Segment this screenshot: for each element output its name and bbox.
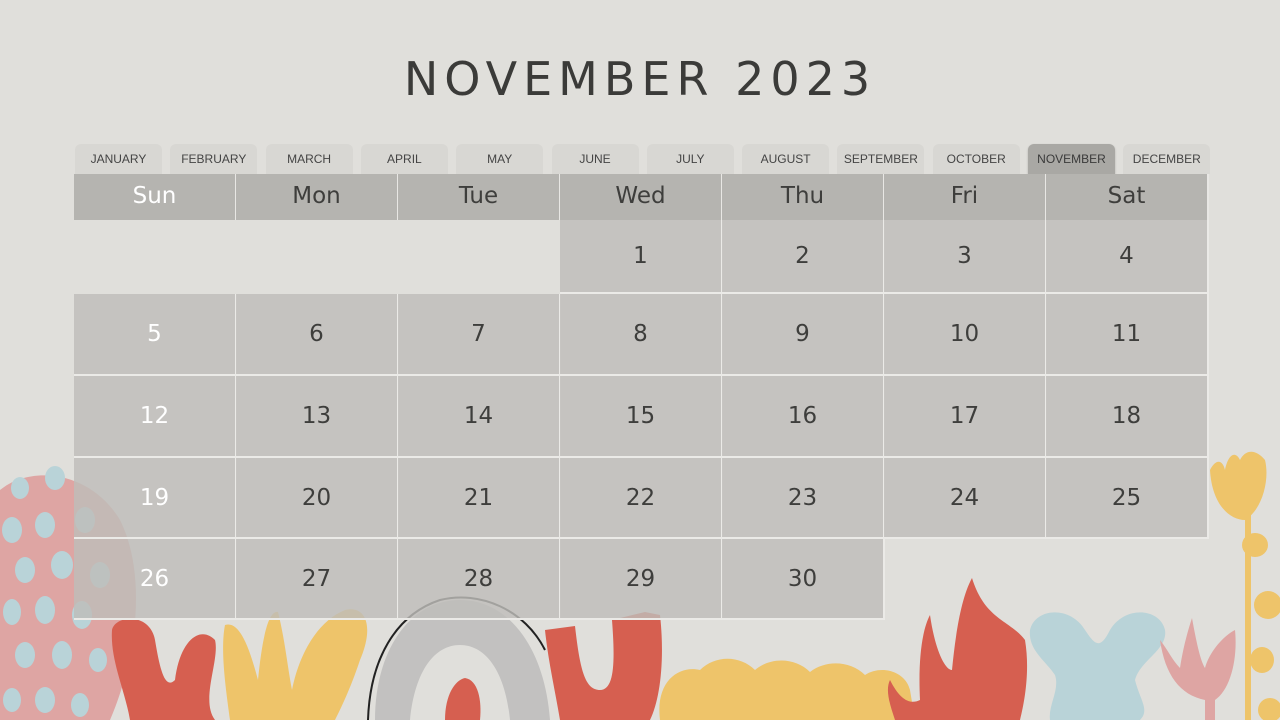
day-cell[interactable]: 15 (560, 376, 723, 458)
tab-july[interactable]: JULY (646, 144, 734, 174)
tab-may[interactable]: MAY (456, 144, 544, 174)
day-number: 11 (1111, 321, 1142, 347)
day-number: 20 (301, 484, 332, 511)
day-number: 15 (625, 403, 656, 429)
page-title: NOVEMBER 2023 (403, 52, 877, 106)
day-cell[interactable]: 13 (236, 376, 399, 458)
day-cell[interactable]: 12 (74, 376, 237, 458)
weekday-header-wed: Wed (560, 174, 723, 220)
day-cell[interactable]: 20 (236, 458, 399, 539)
day-cell[interactable]: 17 (884, 376, 1047, 458)
tab-march[interactable]: MARCH (265, 144, 353, 174)
day-cell[interactable]: 8 (560, 294, 723, 376)
day-cell[interactable]: 5 (74, 294, 237, 376)
weekday-header-sun: Sun (74, 174, 237, 220)
day-number: 9 (795, 321, 810, 347)
tab-june[interactable]: JUNE (551, 144, 639, 174)
day-cell[interactable]: 29 (560, 539, 723, 620)
day-cell[interactable]: 6 (236, 294, 399, 376)
day-cell[interactable]: 18 (1046, 376, 1209, 458)
day-cell[interactable]: 3 (884, 220, 1047, 294)
tab-february[interactable]: FEBRUARY (170, 144, 258, 174)
blue-blob-decoration (1029, 612, 1166, 720)
day-cell[interactable]: 28 (398, 539, 561, 620)
tab-august[interactable]: AUGUST (742, 144, 830, 174)
day-cell[interactable]: 26 (74, 539, 237, 620)
day-number: 4 (1119, 243, 1134, 269)
day-cell[interactable]: 19 (74, 458, 237, 539)
tab-september[interactable]: SEPTEMBER (837, 144, 925, 174)
day-number: 6 (309, 321, 324, 347)
day-number: 7 (471, 321, 486, 347)
day-number: 1 (633, 243, 648, 269)
tab-november[interactable]: NOVEMBER (1028, 144, 1115, 174)
day-number: 19 (139, 484, 170, 511)
tab-december[interactable]: DECEMBER (1123, 144, 1211, 174)
day-number: 22 (625, 484, 656, 511)
day-number: 16 (787, 403, 818, 429)
day-number: 2 (795, 243, 810, 269)
day-cell[interactable]: 22 (560, 458, 723, 539)
day-number: 30 (787, 565, 818, 592)
day-cell[interactable]: 10 (884, 294, 1047, 376)
day-number: 18 (1111, 403, 1142, 429)
yellow-plant-decoration (223, 609, 368, 720)
day-number: 25 (1111, 484, 1142, 511)
day-cell[interactable]: 30 (722, 539, 885, 620)
day-number: 17 (949, 403, 980, 429)
day-cell[interactable]: 14 (398, 376, 561, 458)
day-number: 12 (139, 403, 170, 429)
day-cell[interactable]: 16 (722, 376, 885, 458)
weekday-header-mon: Mon (236, 174, 399, 220)
weekday-header-fri: Fri (884, 174, 1047, 220)
day-cell[interactable]: 1 (560, 220, 723, 294)
tab-april[interactable]: APRIL (360, 144, 448, 174)
day-number: 29 (625, 565, 656, 592)
day-cell[interactable]: 9 (722, 294, 885, 376)
day-number: 21 (463, 484, 494, 511)
day-number: 23 (787, 484, 818, 511)
day-number: 3 (957, 243, 972, 269)
tab-january[interactable]: JANUARY (75, 144, 162, 174)
day-cell[interactable]: 21 (398, 458, 561, 539)
weekday-header-tue: Tue (398, 174, 561, 220)
day-cell[interactable]: 7 (398, 294, 561, 376)
pink-tulip-decoration (1160, 618, 1236, 720)
day-number: 26 (139, 565, 170, 592)
red-drop-decoration (445, 678, 481, 720)
weekday-header-thu: Thu (722, 174, 885, 220)
yellow-scallop-decoration (659, 658, 915, 720)
day-number: 27 (301, 565, 332, 592)
day-number: 8 (633, 321, 648, 347)
weekday-header-sat: Sat (1046, 174, 1209, 220)
day-cell[interactable]: 25 (1046, 458, 1209, 539)
day-number: 14 (463, 403, 494, 429)
day-number: 24 (949, 484, 980, 511)
red-u-decoration (545, 612, 662, 720)
day-cell[interactable]: 27 (236, 539, 399, 620)
day-cell[interactable]: 11 (1046, 294, 1209, 376)
day-number: 10 (949, 321, 980, 347)
month-tabs: JANUARY FEBRUARY MARCH APRIL MAY JUNE JULY AUGU… (75, 144, 1211, 174)
day-number: 28 (463, 565, 494, 592)
day-cell[interactable]: 24 (884, 458, 1047, 539)
red-coral-decoration (111, 618, 216, 720)
day-cell[interactable]: 23 (722, 458, 885, 539)
day-cell[interactable]: 4 (1046, 220, 1209, 294)
day-number: 13 (301, 403, 332, 429)
day-number: 5 (147, 321, 162, 347)
tab-october[interactable]: OCTOBER (932, 144, 1020, 174)
day-cell[interactable]: 2 (722, 220, 885, 294)
